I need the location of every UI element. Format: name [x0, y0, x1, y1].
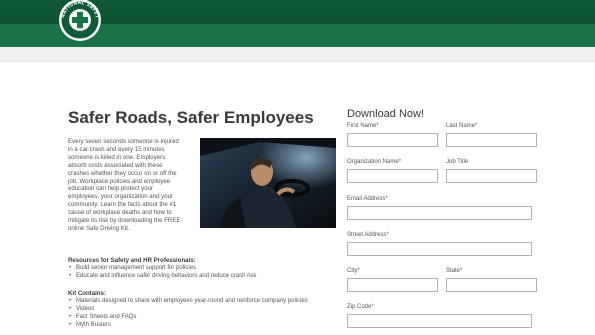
list-item: Myth Busters	[69, 322, 308, 330]
street-field[interactable]	[347, 242, 532, 256]
list-item: Materials designed to share with employe…	[69, 298, 308, 306]
zip-field[interactable]	[347, 314, 532, 328]
nsc-logo[interactable]: NATIONAL SAFETY COUNCIL	[58, 0, 102, 42]
first-name-field[interactable]	[347, 133, 438, 147]
email-label: Email Address*	[347, 196, 388, 202]
divider	[0, 61, 595, 62]
resources-heading: Resources for Safety and HR Professional…	[68, 257, 196, 264]
kit-list: Materials designed to share with employe…	[69, 298, 308, 330]
first-name-label: First Name*	[347, 123, 379, 129]
organization-label: Organization Name*	[347, 159, 402, 165]
list-item: Fact Sheets and FAQs	[69, 314, 308, 322]
street-label: Street Address*	[347, 232, 389, 238]
intro-paragraph: Every seven seconds someone is injured i…	[68, 138, 181, 232]
form-title: Download Now!	[347, 108, 425, 120]
email-field[interactable]	[347, 206, 532, 220]
driver-photo	[200, 138, 336, 228]
last-name-field[interactable]	[446, 133, 537, 147]
zip-label: Zip Code*	[347, 304, 374, 310]
organization-field[interactable]	[347, 169, 438, 183]
list-item: Videos	[69, 306, 308, 314]
job-title-field[interactable]	[446, 169, 537, 183]
resources-list: Build senior management support for poli…	[69, 265, 256, 281]
job-title-label: Job Title	[446, 159, 469, 165]
city-label: City*	[347, 268, 360, 274]
sub-header-strip	[0, 47, 595, 61]
state-field[interactable]	[446, 278, 537, 292]
city-field[interactable]	[347, 278, 438, 292]
state-label: State*	[446, 268, 463, 274]
list-item: Build senior management support for poli…	[69, 265, 256, 273]
site-header: NATIONAL SAFETY COUNCIL	[0, 0, 595, 47]
page-title: Safer Roads, Safer Employees	[68, 108, 314, 127]
last-name-label: Last Name*	[446, 123, 478, 129]
kit-heading: Kit Contains:	[68, 290, 106, 297]
list-item: Educate and influence safer driving beha…	[69, 273, 256, 281]
